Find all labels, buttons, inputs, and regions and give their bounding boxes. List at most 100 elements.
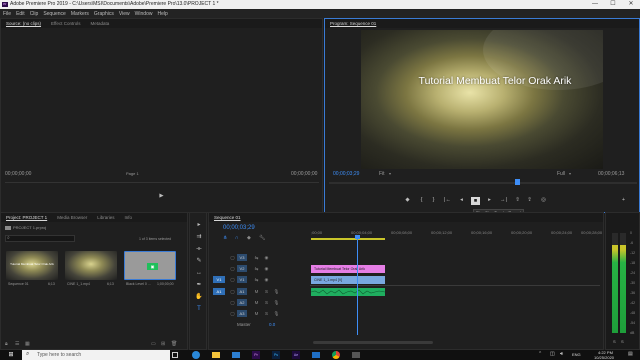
linked-selection-icon[interactable]: ∩ [235, 235, 239, 241]
mail-icon[interactable] [312, 352, 320, 358]
volume-icon[interactable]: 🔊︎ [560, 351, 563, 357]
thumb-cine-clip[interactable] [65, 251, 117, 280]
lock-track-icon[interactable]: ▢ [229, 276, 236, 283]
microphone-icon[interactable]: 🎙︎ [273, 288, 280, 295]
sync-lock-icon[interactable]: ⇋ [253, 265, 260, 272]
edge-icon[interactable] [192, 351, 200, 359]
tab-source[interactable]: Source: (no clips) [1, 19, 46, 28]
tab-libraries[interactable]: Libraries [92, 213, 119, 222]
lock-icon[interactable]: 🔒︎ [5, 341, 8, 347]
source-page-select[interactable]: Page 1 [126, 171, 139, 176]
menu-clip[interactable]: Clip [30, 11, 39, 17]
mute-icon[interactable]: M [253, 310, 260, 317]
source-patch-a1[interactable]: A1 [213, 288, 225, 295]
mute-icon[interactable]: M [253, 288, 260, 295]
go-to-in-icon[interactable]: |← [443, 197, 452, 203]
clip-title-v2[interactable]: Tutorial Membuat Telor Orak Arik [311, 265, 385, 273]
pen-tool-icon[interactable]: ✒ [194, 281, 204, 289]
snap-icon[interactable]: ⋔ [223, 235, 227, 241]
track-label-v2[interactable]: V2 [237, 265, 247, 272]
photoshop-icon[interactable]: Ps [272, 351, 280, 359]
microphone-icon[interactable]: 🎙︎ [273, 299, 280, 306]
tray-chevron-up-icon[interactable]: ⌃ [538, 351, 542, 357]
clock-date[interactable]: 10/25/2020 [594, 355, 614, 360]
menu-help[interactable]: Help [157, 11, 167, 17]
tab-program[interactable]: Program: Sequence 01 [325, 19, 381, 28]
mark-in-icon[interactable]: { [417, 197, 426, 203]
task-view-icon[interactable] [172, 352, 178, 358]
premiere-icon[interactable]: Pr [252, 351, 260, 359]
tab-effect-controls[interactable]: Effect Controls [46, 19, 85, 28]
menu-view[interactable]: View [119, 11, 130, 17]
fit-dropdown[interactable]: Fit [379, 171, 385, 177]
list-view-icon[interactable]: ☰ [15, 341, 19, 347]
track-label-a1[interactable]: A1 [237, 288, 247, 295]
step-back-icon[interactable]: ◂ [457, 197, 466, 203]
add-marker-timeline-icon[interactable]: ◆ [247, 235, 251, 241]
program-timecode-current[interactable]: 00;00;03;29 [333, 171, 359, 177]
solo-icon[interactable]: S [263, 310, 270, 317]
menu-sequence[interactable]: Sequence [43, 11, 66, 17]
explorer-icon[interactable] [212, 352, 220, 358]
chrome-icon[interactable] [332, 351, 340, 359]
type-tool-icon[interactable]: T [194, 305, 204, 313]
tab-info[interactable]: Info [119, 213, 137, 222]
extract-icon[interactable]: ⇪ [525, 197, 534, 203]
mute-icon[interactable]: M [253, 299, 260, 306]
microphone-icon[interactable]: 🎙︎ [273, 310, 280, 317]
start-button[interactable]: ⊞ [0, 350, 22, 360]
taskbar-search-box[interactable]: ⌕ Type here to search [22, 350, 170, 360]
source-patch-v1[interactable]: V1 [213, 276, 225, 283]
lock-track-icon[interactable]: ▢ [229, 288, 236, 295]
go-to-out-icon[interactable]: →| [499, 197, 508, 203]
menu-window[interactable]: Window [135, 11, 153, 17]
ripple-edit-tool-icon[interactable]: ⟛ [194, 245, 204, 253]
after-effects-icon[interactable]: Ae [292, 351, 300, 359]
lock-track-icon[interactable]: ▢ [229, 299, 236, 306]
network-icon[interactable]: ◫ [550, 351, 555, 357]
icon-view-icon[interactable]: ▦ [25, 341, 30, 347]
settings-wrench-icon[interactable]: 🔧︎ [259, 235, 265, 241]
tab-metadata[interactable]: Metadata [85, 19, 114, 28]
tab-sequence-01[interactable]: Sequence 01 [209, 213, 246, 222]
menu-markers[interactable]: Markers [71, 11, 89, 17]
menu-graphics[interactable]: Graphics [94, 11, 114, 17]
hand-tool-icon[interactable]: ✋ [194, 293, 204, 301]
solo-left-button[interactable]: S [613, 339, 616, 344]
new-item-icon[interactable]: ⊞ [161, 341, 165, 347]
source-scrubber[interactable] [5, 180, 319, 183]
mark-out-icon[interactable]: } [429, 197, 438, 203]
quality-dropdown[interactable]: Full [557, 171, 565, 177]
clip-audio-a1[interactable] [311, 288, 385, 296]
camera-icon[interactable] [352, 352, 360, 358]
solo-right-button[interactable]: S [621, 339, 624, 344]
program-playhead[interactable] [515, 179, 520, 185]
clip-cine-v1[interactable]: CINE 1_1.mp4 [V] [311, 276, 385, 284]
step-forward-icon[interactable]: ▸ [485, 197, 494, 203]
lift-icon[interactable]: ⇧ [513, 197, 522, 203]
track-select-tool-icon[interactable]: ⇉ [194, 233, 204, 241]
tab-project[interactable]: Project: PROJECT 1 [1, 213, 52, 222]
play-stop-button[interactable]: ■ [471, 197, 480, 205]
menu-file[interactable]: File [3, 11, 11, 17]
project-search-input[interactable] [5, 235, 75, 242]
track-label-v1[interactable]: V1 [237, 276, 247, 283]
lock-track-icon[interactable]: ▢ [229, 265, 236, 272]
new-bin-icon[interactable]: ▭ [151, 341, 156, 347]
lock-track-icon[interactable]: ▢ [229, 254, 236, 261]
source-timecode-current[interactable]: 00;00;00;00 [5, 171, 31, 177]
maximize-button[interactable]: ☐ [604, 0, 622, 9]
sync-lock-icon[interactable]: ⇋ [253, 254, 260, 261]
program-scrubber[interactable] [329, 182, 637, 184]
menu-edit[interactable]: Edit [16, 11, 25, 17]
store-icon[interactable] [232, 352, 240, 358]
eye-icon[interactable]: ◉ [263, 276, 270, 283]
timeline-timecode[interactable]: 00;00;03;29 [223, 225, 255, 231]
eye-icon[interactable]: ◉ [263, 254, 270, 261]
razor-tool-icon[interactable]: ✎ [194, 257, 204, 265]
timeline-zoom-scrollbar[interactable] [313, 341, 433, 344]
track-label-a3[interactable]: A3 [237, 310, 247, 317]
minimize-button[interactable]: — [586, 0, 604, 9]
track-label-v3[interactable]: V3 [237, 254, 247, 261]
lock-track-icon[interactable]: ▢ [229, 310, 236, 317]
